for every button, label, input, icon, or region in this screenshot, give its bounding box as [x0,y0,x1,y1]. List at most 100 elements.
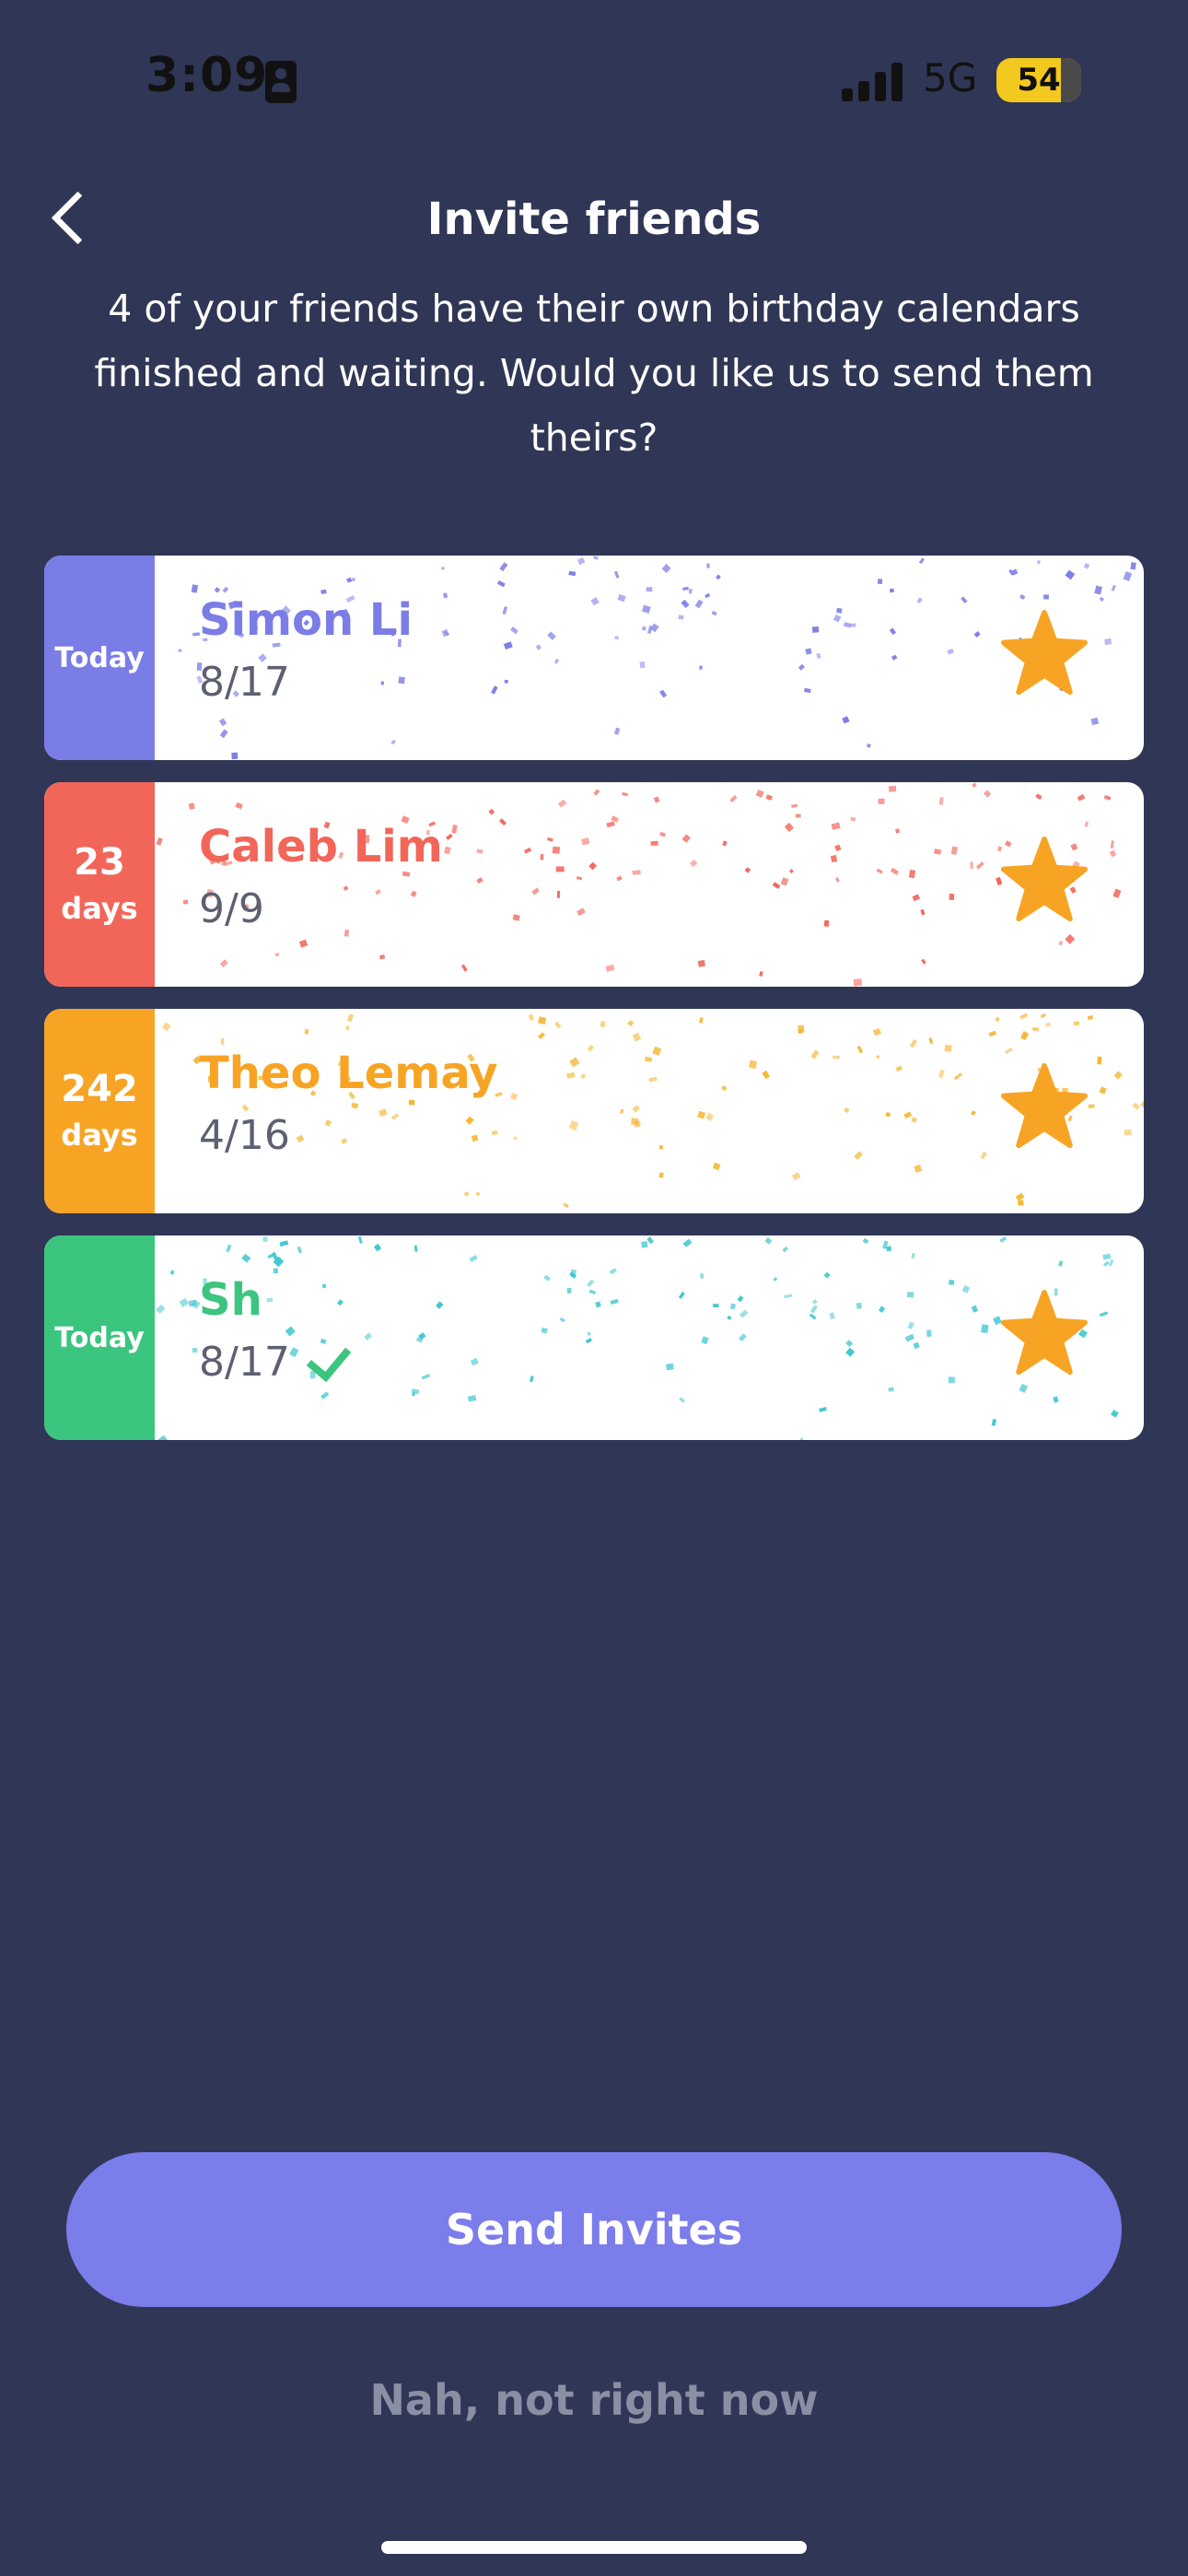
confetti-piece [888,785,897,792]
confetti-piece [553,658,560,664]
confetti-piece [811,626,820,633]
confetti-piece [191,584,199,593]
confetti-piece [699,1017,704,1024]
confetti-piece [949,894,955,900]
friend-card[interactable]: 242 days Theo Lemay 4/16 [44,1009,1144,1213]
confetti-piece [559,1317,566,1323]
confetti-piece [610,1298,619,1306]
confetti-piece [528,1013,535,1022]
confetti-piece [343,885,349,891]
confetti-piece [614,636,620,640]
confetti-piece [911,1252,915,1259]
confetti-piece [442,592,448,599]
confetti-piece [678,615,684,620]
confetti-piece [499,818,507,826]
confetti-piece [446,833,453,840]
confetti-piece [948,1376,955,1384]
countdown-unit: days [61,1118,138,1153]
friend-card[interactable]: Today Simon Li 8/17 [44,556,1144,760]
confetti-piece [379,954,386,960]
confetti-piece [436,1301,444,1309]
confetti-piece [912,894,921,902]
confetti-piece [188,802,195,810]
confetti-piece [502,606,508,615]
confetti-piece [961,596,968,603]
confetti-piece [737,1295,744,1303]
friend-card[interactable]: 23 days Caleb Lim 9/9 [44,782,1144,987]
confetti-piece [351,1102,359,1109]
confetti-piece [918,557,926,565]
star-icon[interactable] [1000,1062,1089,1151]
confetti-piece [531,887,540,896]
confetti-piece [913,1341,920,1350]
confetti-piece [697,959,705,967]
confetti-piece [1019,1383,1029,1394]
confetti-piece [262,1236,268,1242]
confetti-piece [179,1297,189,1307]
friend-card[interactable]: Today Sh 8/17 [44,1235,1144,1440]
confetti-piece [834,844,842,852]
confetti-piece [563,1202,569,1209]
confetti-piece [819,1407,827,1412]
confetti-piece [1065,933,1076,944]
confetti-piece [1139,1100,1144,1109]
confetti-piece [344,930,349,937]
star-icon[interactable] [1000,1289,1089,1377]
confetti-piece [587,1045,594,1052]
confetti-piece [856,1045,864,1054]
confetti-piece [547,631,556,640]
confetti-piece [872,1027,882,1036]
confetti-piece [178,649,182,652]
confetti-piece [613,727,621,735]
confetti-piece [218,718,227,727]
confetti-piece [535,644,542,650]
countdown-value: Today [54,641,145,674]
confetti-piece [546,837,553,842]
star-icon[interactable] [1000,836,1089,924]
confetti-piece [659,831,666,837]
confetti-piece [811,1299,818,1305]
confetti-piece [1104,638,1112,646]
confetti-piece [554,1021,562,1029]
confetti-piece [975,861,984,870]
send-invites-button[interactable]: Send Invites [66,2152,1122,2307]
confetti-piece [641,626,646,631]
confetti-piece [972,782,977,788]
confetti-piece [491,1130,498,1136]
confetti-piece [1102,1260,1110,1267]
confetti-piece [995,1016,1000,1022]
confetti-piece [156,1304,166,1315]
confetti-piece [1035,793,1042,801]
status-time: 3:09 [146,48,269,103]
confetti-piece [320,1391,330,1399]
confetti-piece [907,1321,914,1329]
confetti-piece [379,1108,388,1118]
confetti-piece [504,679,508,684]
confetti-piece [590,597,600,606]
confetti-piece [587,1279,595,1287]
confetti-piece [471,1134,479,1142]
confetti-piece [470,1357,479,1366]
confetti-piece [1090,717,1100,726]
dismiss-link[interactable]: Nah, not right now [0,2375,1188,2425]
confetti-piece [235,802,243,810]
confetti-piece [694,599,704,609]
confetti-piece [973,630,981,638]
confetti-decoration [178,556,1136,760]
confetti-piece [876,868,883,874]
confetti-piece [491,685,498,695]
confetti-piece [689,589,693,594]
confetti-piece [795,814,801,818]
confetti-piece [1094,585,1102,595]
confetti-piece [729,1303,736,1310]
confetti-piece [1088,1104,1095,1109]
confetti-piece [1099,596,1104,603]
confetti-piece [1111,584,1116,591]
confetti-piece [421,1374,431,1380]
birthday-date: 8/17 [199,659,290,706]
star-icon[interactable] [1000,609,1089,697]
confetti-piece [321,1283,327,1289]
confetti-piece [1123,571,1133,581]
countdown-value: 242 [61,1068,138,1110]
confetti-piece [606,821,615,828]
